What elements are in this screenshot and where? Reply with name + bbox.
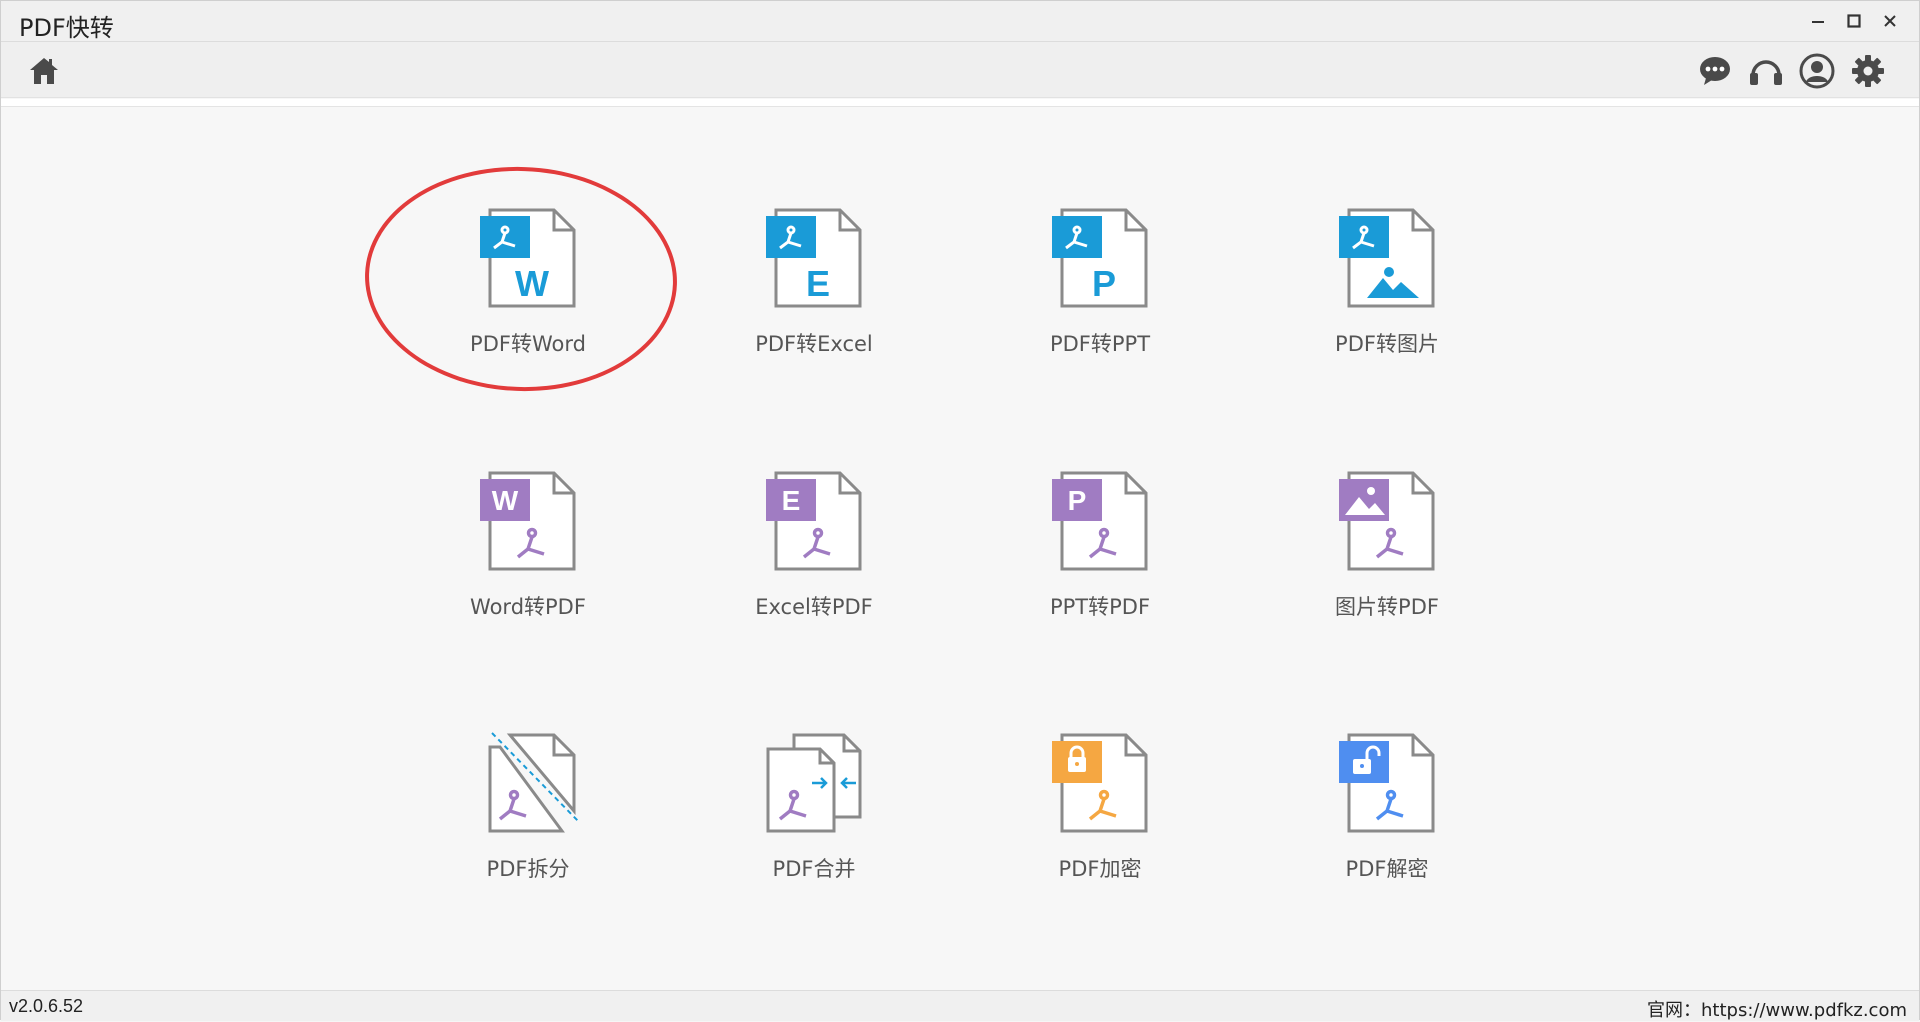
user-icon — [1799, 53, 1835, 89]
tool-image-to-pdf[interactable]: 图片转PDF — [1267, 469, 1507, 649]
settings-button[interactable] — [1848, 52, 1888, 90]
tool-label: PDF转PPT — [1049, 332, 1151, 356]
minimize-icon — [1812, 21, 1824, 23]
ppt-to-pdf-icon: P — [1052, 471, 1148, 571]
tool-badge: E — [806, 263, 830, 304]
pdf-to-image-icon — [1339, 208, 1435, 308]
user-button[interactable] — [1797, 52, 1837, 90]
chat-icon — [1700, 57, 1730, 85]
tool-badge: E — [782, 485, 801, 516]
pdf-encrypt-icon — [1052, 733, 1148, 833]
close-icon — [1884, 15, 1896, 27]
tool-pdf-to-ppt[interactable]: P PDF转PPT — [980, 206, 1220, 386]
tool-label: PDF合并 — [772, 857, 856, 881]
title-bar: PDF快转 — [1, 1, 1919, 42]
toolbar — [1, 42, 1919, 98]
tool-label: PPT转PDF — [1049, 595, 1151, 619]
excel-to-pdf-icon: E — [766, 471, 862, 571]
pdf-split-icon — [488, 732, 578, 833]
minimize-button[interactable] — [1801, 5, 1835, 37]
tool-label: 图片转PDF — [1335, 595, 1439, 619]
tool-word-to-pdf[interactable]: W Word转PDF — [408, 469, 648, 649]
pdf-to-word-icon: W — [480, 208, 576, 308]
tool-pdf-to-word[interactable]: W PDF转Word — [408, 206, 648, 386]
tool-badge: P — [1068, 485, 1087, 516]
app-window: PDF快转 W PDF转Word E PDF转Excel P PDF转PPT P… — [0, 0, 1920, 1021]
tool-badge: W — [515, 263, 549, 304]
tool-label: PDF加密 — [1058, 857, 1142, 881]
word-to-pdf-icon: W — [480, 471, 576, 571]
tool-label: PDF解密 — [1345, 857, 1429, 881]
headset-icon — [1750, 60, 1782, 85]
pdf-merge-icon — [766, 733, 862, 833]
status-bar: v2.0.6.52 官网：https://www.pdfkz.com — [1, 990, 1919, 1021]
tool-excel-to-pdf[interactable]: E Excel转PDF — [694, 469, 934, 649]
pdf-to-excel-icon: E — [766, 208, 862, 308]
tool-pdf-to-image[interactable]: PDF转图片 — [1267, 206, 1507, 386]
tool-ppt-to-pdf[interactable]: P PPT转PDF — [980, 469, 1220, 649]
tool-pdf-split[interactable]: PDF拆分 — [408, 731, 648, 911]
tool-badge: P — [1092, 263, 1116, 304]
toolbar-divider — [1, 99, 1919, 107]
maximize-button[interactable] — [1837, 5, 1871, 37]
tool-label: PDF转图片 — [1335, 332, 1439, 356]
close-button[interactable] — [1873, 5, 1907, 37]
tool-label: Excel转PDF — [755, 595, 873, 619]
website-link[interactable]: 官网：https://www.pdfkz.com — [1647, 996, 1907, 1022]
pdf-to-ppt-icon: P — [1052, 208, 1148, 308]
tool-pdf-decrypt[interactable]: PDF解密 — [1267, 731, 1507, 911]
gear-icon — [1852, 55, 1884, 87]
tool-label: PDF拆分 — [486, 857, 570, 881]
support-button[interactable] — [1746, 52, 1786, 90]
tool-badge: W — [492, 485, 519, 516]
home-button[interactable] — [24, 52, 64, 90]
tool-pdf-merge[interactable]: PDF合并 — [694, 731, 934, 911]
tool-label: PDF转Excel — [755, 332, 873, 356]
app-title: PDF快转 — [19, 14, 114, 42]
tool-pdf-encrypt[interactable]: PDF加密 — [980, 731, 1220, 911]
pdf-decrypt-icon — [1339, 733, 1435, 833]
tool-label: PDF转Word — [470, 332, 586, 356]
chat-button[interactable] — [1695, 52, 1735, 90]
tool-pdf-to-excel[interactable]: E PDF转Excel — [694, 206, 934, 386]
image-to-pdf-icon — [1339, 471, 1435, 571]
maximize-icon — [1847, 14, 1861, 28]
home-icon — [30, 58, 58, 84]
tool-label: Word转PDF — [470, 595, 586, 619]
version-label: v2.0.6.52 — [9, 996, 84, 1016]
